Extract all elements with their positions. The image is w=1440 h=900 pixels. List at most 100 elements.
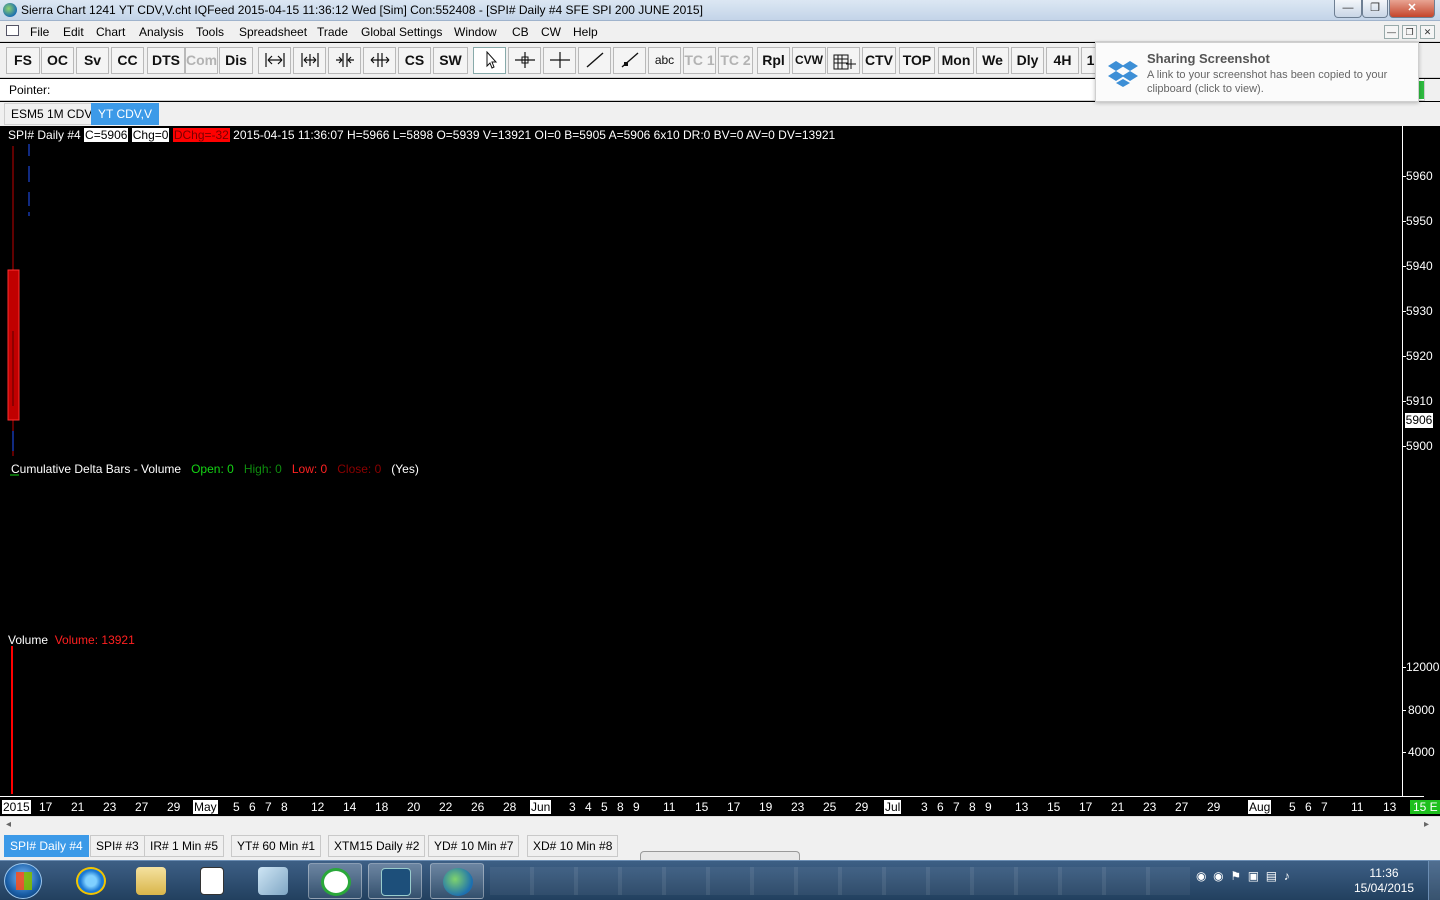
tab-xtm15-daily-2[interactable]: XTM15 Daily #2	[328, 835, 426, 857]
study-high: High: 0	[243, 462, 282, 476]
ray-tool-button[interactable]	[613, 47, 646, 74]
chartbook-tabs: SPI# Daily #4 SPI# #3 IR# 1 Min #5 YT# 6…	[0, 833, 1440, 860]
oc-button[interactable]: OC	[41, 47, 74, 74]
clock-time: 11:36	[1369, 866, 1399, 880]
chart-bar-details: 2015-04-15 11:36:07 H=5966 L=5898 O=5939…	[229, 128, 836, 142]
taskbar-dtn[interactable]	[308, 863, 362, 899]
close-button[interactable]: ✕	[1389, 0, 1435, 18]
mdi-restore-button[interactable]: ❐	[1402, 25, 1417, 39]
notification-body: A link to your screenshot has been copie…	[1147, 69, 1388, 95]
date-axis-label: 28	[503, 800, 517, 814]
sv-button[interactable]: Sv	[76, 47, 109, 74]
date-axis-label: 15	[1047, 800, 1061, 814]
top-button[interactable]: TOP	[899, 47, 935, 74]
com-button[interactable]: Com	[185, 47, 218, 74]
line-tool-button[interactable]	[578, 47, 611, 74]
taskbar-windows[interactable]	[184, 863, 238, 899]
show-desktop-button[interactable]	[1428, 861, 1440, 900]
crosshair-tool-button[interactable]	[508, 47, 541, 74]
dtn-tray-icon[interactable]: ◉	[1196, 869, 1206, 883]
chart-area[interactable]: SPI# Daily #4 C=5906 Chg=0 DChg=-32 2015…	[0, 126, 1440, 816]
dis-button[interactable]: Dis	[219, 47, 253, 74]
4h-button[interactable]: 4H	[1046, 47, 1079, 74]
menu-file[interactable]: File	[30, 25, 49, 39]
date-axis-label: 9	[633, 800, 640, 814]
mdi-minimize-button[interactable]: —	[1384, 25, 1399, 39]
network-icon[interactable]: ▤	[1266, 869, 1277, 883]
rpl-button[interactable]: Rpl	[757, 47, 790, 74]
tc2-button[interactable]: TC 2	[718, 47, 753, 74]
tab-ir-1min-5[interactable]: IR# 1 Min #5	[144, 835, 225, 857]
taskbar-ie[interactable]	[64, 863, 118, 899]
menu-chart[interactable]: Chart	[96, 25, 125, 39]
taskbar-sierra-s5[interactable]	[368, 863, 422, 899]
tab-yd-10min-7[interactable]: YD# 10 Min #7	[428, 835, 520, 857]
tab-esm5-1m-cdv[interactable]: ESM5 1M CDV	[4, 103, 100, 125]
tab-spi-3[interactable]: SPI# #3	[90, 835, 145, 857]
compress-bars-button[interactable]	[328, 47, 361, 74]
fit-width-button[interactable]	[258, 47, 291, 74]
dly-button[interactable]: Dly	[1011, 47, 1044, 74]
we-button[interactable]: We	[976, 47, 1009, 74]
cursor-cross-button[interactable]	[543, 47, 576, 74]
tab-yt-cdv-v[interactable]: YT CDV,V	[91, 103, 160, 125]
cc-button[interactable]: CC	[111, 47, 144, 74]
expand-width-button[interactable]	[293, 47, 326, 74]
fs-button[interactable]: FS	[6, 47, 40, 74]
date-axis[interactable]: 2015 17 21 23 27 29 May 5 6 7 8 12 14 18 20 22 26 28 Jun 3 4…	[0, 796, 1440, 816]
text-tool-button[interactable]: abc	[648, 47, 681, 74]
tc1-button[interactable]: TC 1	[683, 47, 716, 74]
minimize-button[interactable]: —	[1334, 0, 1362, 18]
menu-global-settings[interactable]: Global Settings	[361, 25, 442, 39]
mon-button[interactable]: Mon	[938, 47, 974, 74]
menu-tools[interactable]: Tools	[196, 25, 224, 39]
taskbar-notes[interactable]	[246, 863, 300, 899]
menu-cb[interactable]: CB	[512, 25, 529, 39]
data-table-button[interactable]	[827, 47, 860, 74]
pointer-tool-button[interactable]	[473, 47, 506, 74]
flag-icon[interactable]: ⚑	[1230, 869, 1241, 883]
cvw-button[interactable]: CVW	[792, 47, 826, 74]
dtn-tray-icon-2[interactable]: ◉	[1213, 869, 1223, 883]
devices-icon[interactable]: ▣	[1248, 869, 1259, 883]
minimized-window-strip[interactable]	[640, 851, 800, 860]
menu-cw[interactable]: CW	[541, 25, 561, 39]
start-button[interactable]	[4, 863, 42, 899]
taskbar-sierra-chart[interactable]	[430, 863, 484, 899]
document-icon[interactable]	[6, 25, 19, 36]
date-axis-label: 26	[471, 800, 485, 814]
menu-window[interactable]: Window	[454, 25, 497, 39]
pointer-bar-scroll[interactable]	[1424, 79, 1440, 101]
dts-button[interactable]: DTS	[147, 47, 185, 74]
menu-edit[interactable]: Edit	[63, 25, 84, 39]
sw-button[interactable]: SW	[433, 47, 468, 74]
tab-spi-daily-4[interactable]: SPI# Daily #4	[4, 835, 89, 857]
tab-xd-10min-8[interactable]: XD# 10 Min #8	[527, 835, 619, 857]
volume-icon[interactable]: ♪	[1284, 869, 1290, 883]
expand-bars-button[interactable]	[363, 47, 396, 74]
cs-button[interactable]: CS	[398, 47, 431, 74]
clock-date: 15/04/2015	[1353, 881, 1415, 895]
menu-analysis[interactable]: Analysis	[139, 25, 184, 39]
folder-icon	[136, 867, 166, 895]
taskbar-clock[interactable]: 11:36 15/04/2015	[1346, 866, 1422, 896]
mdi-close-button[interactable]: ✕	[1420, 25, 1435, 39]
app-globe-icon	[3, 3, 17, 17]
windows-taskbar: ◉ ◉ ⚑ ▣ ▤ ♪ 11:36 15/04/2015	[0, 860, 1440, 900]
ctv-button[interactable]: CTV	[862, 47, 896, 74]
date-axis-label: 5	[601, 800, 608, 814]
menu-spreadsheet[interactable]: Spreadsheet	[239, 25, 307, 39]
study-low: Low: 0	[291, 462, 328, 476]
maximize-button[interactable]: ❐	[1362, 0, 1388, 18]
study-name: Cumulative Delta Bars - Volume	[11, 462, 182, 476]
sharing-screenshot-notification[interactable]: Sharing Screenshot A link to your screen…	[1095, 42, 1419, 102]
tab-yt-60min-1[interactable]: YT# 60 Min #1	[231, 835, 322, 857]
horizontal-scrollbar[interactable]: ◂ ▸	[0, 816, 1440, 833]
scroll-right-icon[interactable]: ▸	[1424, 819, 1429, 830]
scroll-left-icon[interactable]: ◂	[6, 819, 11, 830]
volume-tick-mark	[1402, 710, 1406, 711]
menu-help[interactable]: Help	[573, 25, 598, 39]
taskbar-explorer[interactable]	[124, 863, 178, 899]
date-axis-label: 15	[695, 800, 709, 814]
menu-trade[interactable]: Trade	[317, 25, 348, 39]
